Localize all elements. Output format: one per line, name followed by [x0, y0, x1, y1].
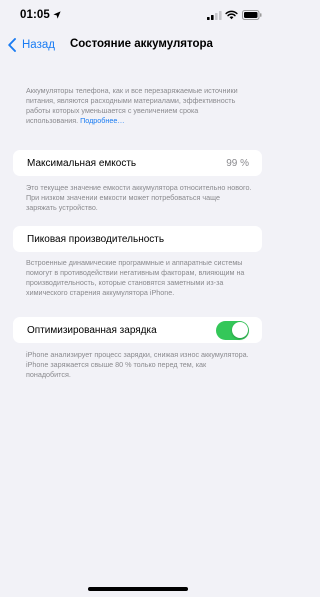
wifi-icon — [225, 10, 238, 20]
battery-icon — [242, 10, 262, 20]
back-button[interactable]: Назад — [8, 37, 55, 53]
peak-performance-row: Пиковая производительность — [13, 226, 262, 252]
learn-more-link[interactable]: Подробнее… — [80, 116, 124, 125]
navigation-bar: Назад Состояние аккумулятора — [0, 30, 275, 60]
cellular-signal-icon — [207, 11, 222, 20]
location-arrow-icon — [53, 11, 61, 19]
status-bar: 01:05 — [0, 0, 275, 30]
chevron-left-icon — [8, 38, 16, 52]
page-title: Состояние аккумулятора — [70, 38, 213, 50]
max-capacity-row: Максимальная емкость 99 % — [13, 150, 262, 176]
max-capacity-note: Это текущее значение емкости аккумулятор… — [26, 183, 252, 212]
peak-performance-note: Встроенные динамические программные и ап… — [26, 258, 245, 297]
optimized-charging-label: Оптимизированная зарядка — [27, 324, 157, 336]
toggle-knob — [231, 322, 248, 338]
optimized-charging-note: iPhone анализирует процесс зарядки, сниж… — [26, 350, 249, 379]
optimized-charging-toggle[interactable] — [216, 320, 249, 340]
status-time: 01:05 — [20, 9, 50, 21]
back-label: Назад — [22, 39, 55, 51]
optimized-charging-row: Оптимизированная зарядка — [13, 317, 262, 343]
peak-performance-label: Пиковая производительность — [27, 233, 165, 245]
intro-text: Аккумуляторы телефона, как и все перезар… — [26, 86, 238, 125]
intro-description: Аккумуляторы телефона, как и все перезар… — [26, 86, 252, 126]
home-indicator[interactable] — [88, 587, 188, 591]
max-capacity-value: 99 % — [226, 157, 249, 169]
max-capacity-label: Максимальная емкость — [27, 157, 137, 169]
